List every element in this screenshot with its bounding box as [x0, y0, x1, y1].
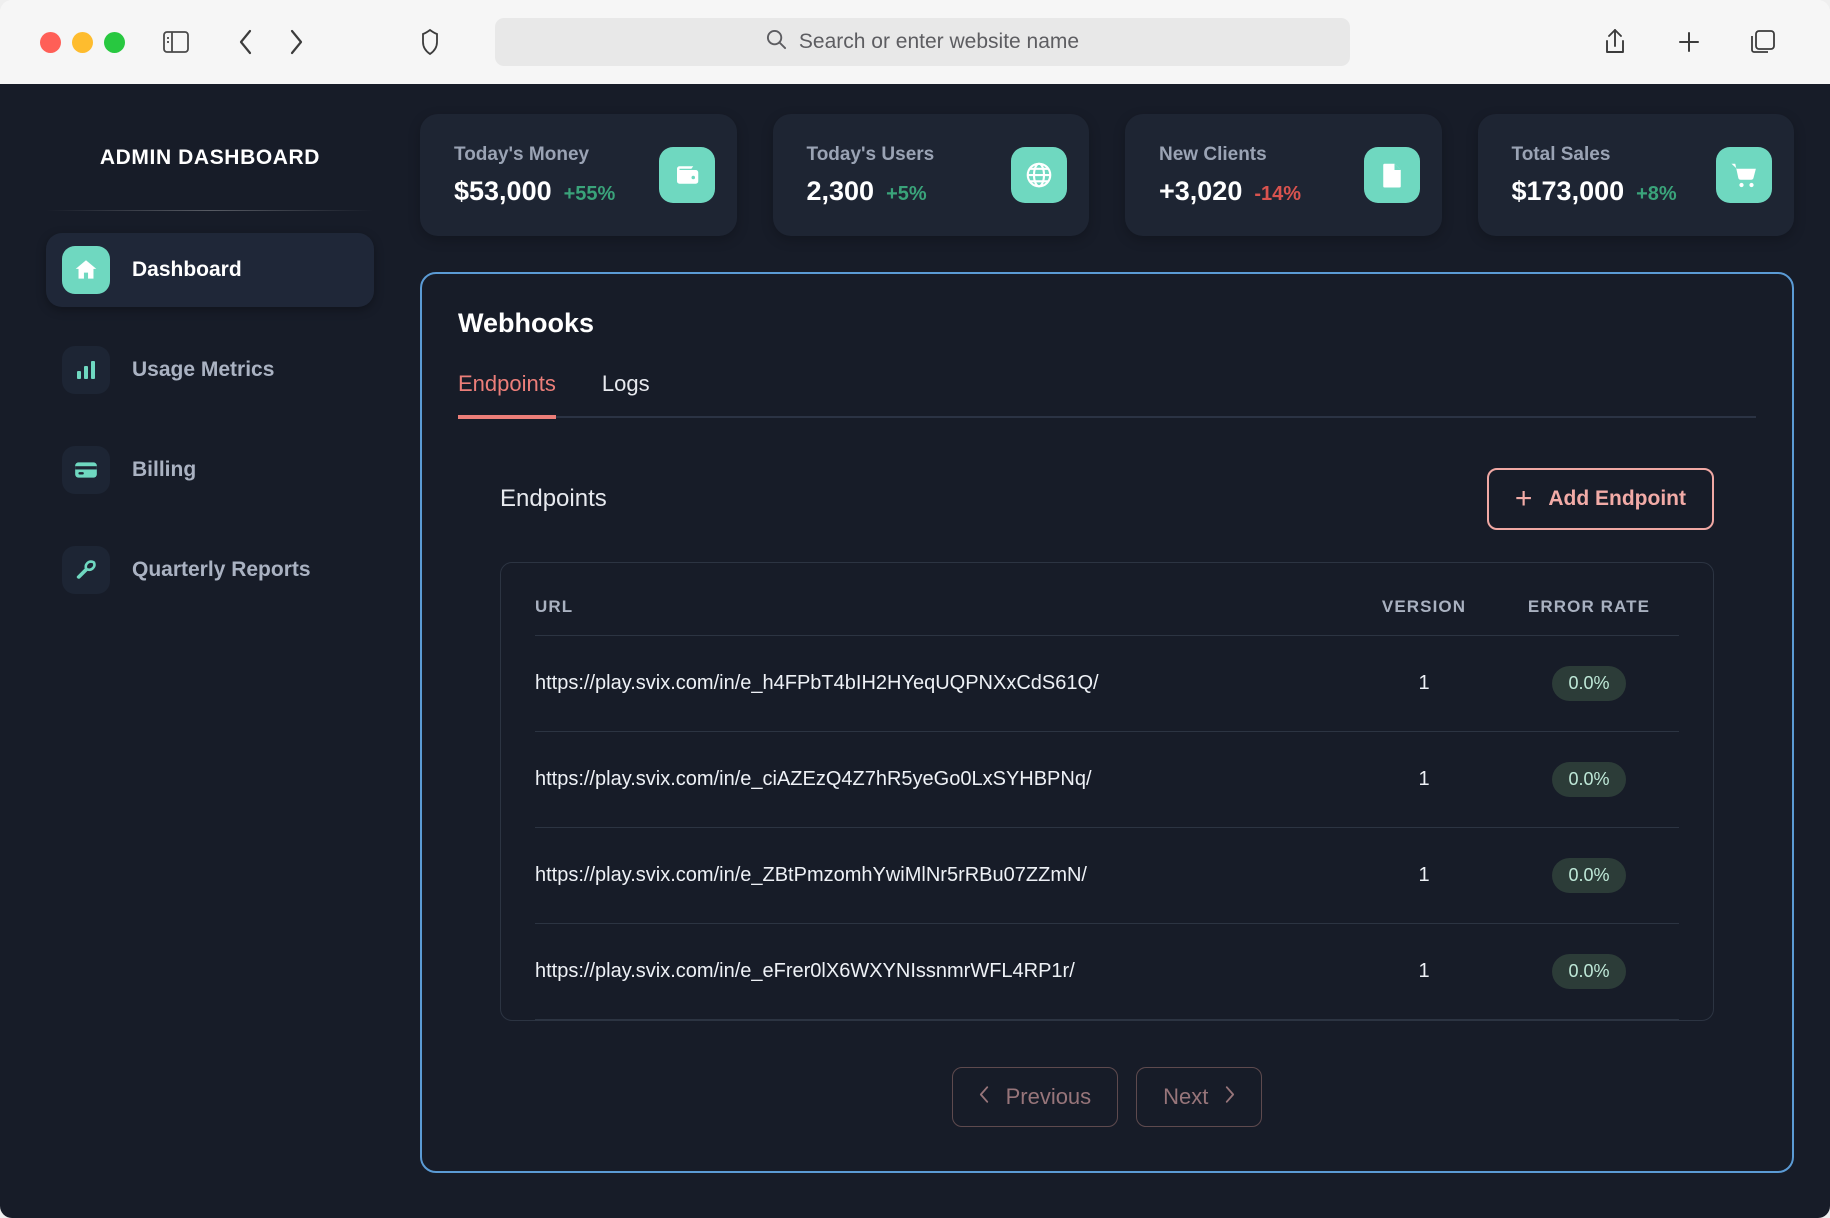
endpoint-url[interactable]: https://play.svix.com/in/e_ciAZEzQ4Z7hR5… — [535, 731, 1349, 828]
tab-bar: Endpoints Logs — [458, 371, 1756, 419]
address-bar-placeholder: Search or enter website name — [798, 30, 1080, 53]
sidebar-toggle-icon[interactable] — [153, 19, 199, 65]
stat-delta: +8% — [1636, 182, 1677, 205]
tab-endpoints[interactable]: Endpoints — [458, 371, 556, 419]
sidebar-item-label: Usage Metrics — [132, 358, 275, 381]
forward-button[interactable] — [273, 19, 319, 65]
table-row[interactable]: https://play.svix.com/in/e_ZBtPmzomhYwiM… — [535, 827, 1679, 924]
pagination: Previous Next — [458, 1067, 1756, 1127]
globe-icon — [1011, 147, 1067, 203]
sidebar-divider — [46, 210, 374, 211]
stat-delta: -14% — [1254, 182, 1302, 205]
stat-title: Today's Money — [454, 143, 590, 165]
page-title: Webhooks — [458, 308, 595, 338]
sidebar-item-dashboard[interactable]: Dashboard — [46, 233, 374, 307]
window-controls — [40, 31, 125, 53]
section-title: Endpoints — [500, 485, 607, 512]
stat-title: Today's Users — [806, 143, 935, 165]
previous-page-button[interactable]: Previous — [951, 1067, 1119, 1127]
shield-icon[interactable] — [407, 19, 453, 65]
endpoints-header: Endpoints + Add Endpoint — [458, 468, 1756, 530]
stat-card-todays-money: Today's Money $53,000 +55% — [420, 114, 737, 236]
column-header-version: VERSION — [1349, 563, 1499, 636]
chart-icon — [62, 346, 110, 394]
browser-window: Search or enter website name ADMIN DASHB… — [0, 0, 1830, 1218]
endpoint-version: 1 — [1349, 635, 1499, 732]
stat-cards: Today's Money $53,000 +55% Today's Users — [420, 114, 1794, 236]
sidebar-item-quarterly-reports[interactable]: Quarterly Reports — [46, 533, 374, 607]
stat-delta: +5% — [886, 182, 927, 205]
endpoint-url[interactable]: https://play.svix.com/in/e_eFrer0lX6WXYN… — [535, 923, 1349, 1020]
status-badge: 0.0% — [1552, 858, 1626, 893]
endpoint-error-rate: 0.0% — [1499, 731, 1679, 828]
next-page-button[interactable]: Next — [1136, 1067, 1263, 1127]
wallet-icon — [658, 147, 715, 203]
column-header-error-rate: ERROR RATE — [1499, 563, 1679, 636]
plus-icon: + — [1514, 482, 1533, 515]
chevron-right-icon — [1224, 1084, 1235, 1110]
minimize-window-button[interactable] — [72, 31, 93, 53]
toolbar-right-actions — [1592, 19, 1806, 65]
document-icon — [1363, 147, 1420, 203]
status-badge: 0.0% — [1552, 954, 1626, 989]
previous-label: Previous — [1005, 1084, 1092, 1109]
column-header-url: URL — [535, 563, 1349, 636]
endpoint-version: 1 — [1349, 827, 1499, 924]
endpoint-version: 1 — [1349, 731, 1499, 828]
stat-value: $53,000 — [454, 175, 552, 206]
sidebar-item-label: Billing — [132, 458, 197, 481]
stat-value: $173,000 — [1511, 175, 1625, 206]
sidebar-item-billing[interactable]: Billing — [46, 433, 374, 507]
stat-card-new-clients: New Clients +3,020 -14% — [1125, 114, 1442, 236]
stat-value: 2,300 — [806, 175, 875, 206]
sidebar: ADMIN DASHBOARD Dashboard Usage Metrics … — [0, 84, 420, 1218]
endpoint-url[interactable]: https://play.svix.com/in/e_ZBtPmzomhYwiM… — [535, 827, 1349, 924]
sidebar-item-label: Quarterly Reports — [132, 558, 311, 581]
next-label: Next — [1163, 1084, 1209, 1109]
endpoint-version: 1 — [1349, 923, 1499, 1020]
main-content: Today's Money $53,000 +55% Today's Users — [420, 84, 1830, 1218]
sidebar-item-usage-metrics[interactable]: Usage Metrics — [46, 333, 374, 407]
status-badge: 0.0% — [1552, 762, 1626, 797]
wrench-icon — [62, 546, 110, 594]
endpoint-url[interactable]: https://play.svix.com/in/e_h4FPbT4bIH2HY… — [535, 635, 1349, 732]
page-content: ADMIN DASHBOARD Dashboard Usage Metrics … — [0, 84, 1830, 1218]
sidebar-item-label: Dashboard — [132, 258, 242, 281]
endpoint-error-rate: 0.0% — [1499, 923, 1679, 1020]
new-tab-button[interactable] — [1666, 19, 1712, 65]
add-endpoint-button[interactable]: + Add Endpoint — [1486, 468, 1714, 530]
stat-delta: +55% — [563, 182, 616, 205]
credit-card-icon — [62, 446, 110, 494]
stat-title: Total Sales — [1511, 143, 1611, 165]
stat-card-total-sales: Total Sales $173,000 +8% — [1477, 114, 1794, 236]
endpoint-error-rate: 0.0% — [1499, 827, 1679, 924]
endpoint-error-rate: 0.0% — [1499, 635, 1679, 732]
table-row[interactable]: https://play.svix.com/in/e_ciAZEzQ4Z7hR5… — [535, 731, 1679, 828]
add-endpoint-label: Add Endpoint — [1548, 487, 1686, 510]
brand-title: ADMIN DASHBOARD — [99, 146, 321, 169]
share-icon[interactable] — [1592, 19, 1638, 65]
stat-title: New Clients — [1159, 143, 1267, 165]
stat-value: +3,020 — [1159, 175, 1243, 206]
endpoints-table: URL VERSION ERROR RATE https://play.svix… — [535, 563, 1679, 1020]
maximize-window-button[interactable] — [104, 31, 125, 53]
cart-icon — [1716, 147, 1772, 203]
close-window-button[interactable] — [40, 31, 61, 53]
chevron-left-icon — [979, 1084, 990, 1110]
back-button[interactable] — [223, 19, 269, 65]
table-row[interactable]: https://play.svix.com/in/e_h4FPbT4bIH2HY… — [535, 635, 1679, 732]
tab-logs[interactable]: Logs — [602, 371, 650, 416]
address-bar[interactable]: Search or enter website name — [495, 18, 1350, 66]
endpoints-table-card: URL VERSION ERROR RATE https://play.svix… — [500, 562, 1714, 1021]
stat-card-todays-users: Today's Users 2,300 +5% — [772, 114, 1089, 236]
status-badge: 0.0% — [1552, 666, 1626, 701]
home-icon — [62, 246, 110, 294]
table-row[interactable]: https://play.svix.com/in/e_eFrer0lX6WXYN… — [535, 923, 1679, 1020]
webhooks-panel: Webhooks Endpoints Logs Endpoints + Add … — [420, 272, 1794, 1173]
table-header-row: URL VERSION ERROR RATE — [535, 563, 1679, 636]
tab-overview-icon[interactable] — [1740, 19, 1786, 65]
search-icon — [766, 29, 787, 56]
browser-toolbar: Search or enter website name — [0, 0, 1830, 84]
